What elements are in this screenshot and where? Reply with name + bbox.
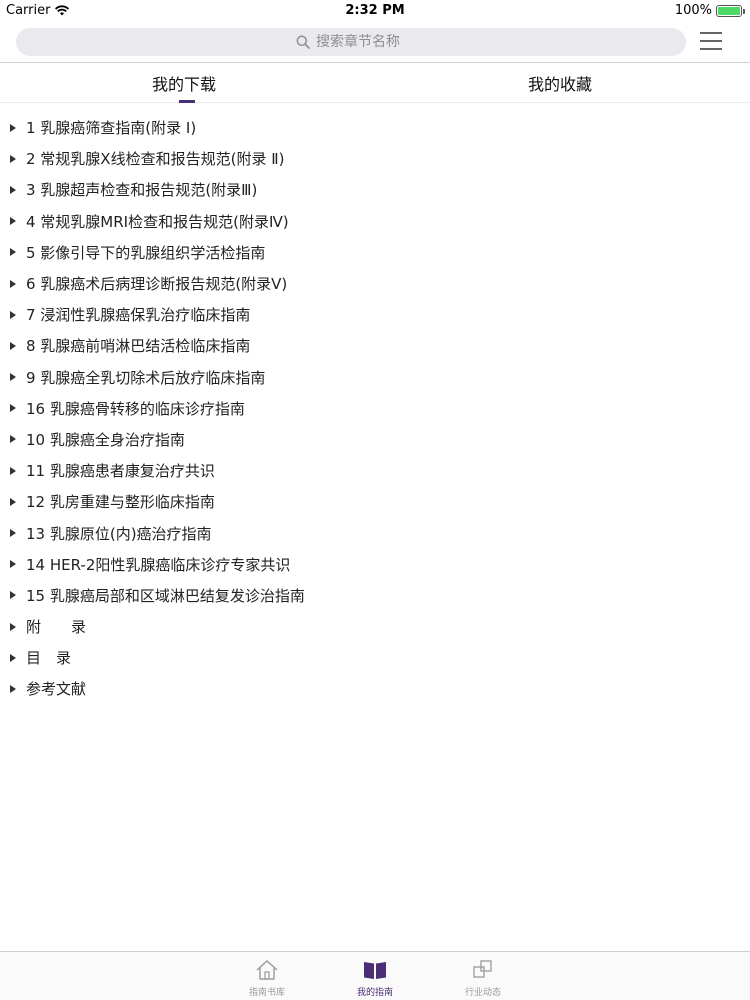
list-item-label: 13 乳腺原位(内)癌治疗指南 — [26, 524, 212, 543]
list-item-label: 目 录 — [26, 649, 72, 668]
list-item[interactable]: 5 影像引导下的乳腺组织学活检指南 — [0, 237, 750, 268]
tabbar-label: 指南书库 — [248, 988, 285, 998]
disclosure-triangle-icon — [10, 591, 16, 600]
list-item[interactable]: 6 乳腺癌术后病理诊断报告规范(附录Ⅴ) — [0, 268, 750, 299]
disclosure-triangle-icon — [10, 466, 16, 475]
tab-my-favorites[interactable]: 我的收藏 — [374, 63, 750, 102]
list-item[interactable]: 7 浸润性乳腺癌保乳治疗临床指南 — [0, 299, 750, 330]
list-item[interactable]: 15 乳腺癌局部和区域淋巴结复发诊治指南 — [0, 580, 750, 611]
status-bar: Carrier 2:32 PM 100% — [0, 0, 750, 22]
disclosure-triangle-icon — [10, 529, 16, 538]
list-item-label: 8 乳腺癌前哨淋巴结活检临床指南 — [26, 337, 251, 356]
tabbar-item-industry-news[interactable]: 行业动态 — [429, 952, 537, 1000]
segment-tabs: 我的下载 我的收藏 — [0, 63, 750, 103]
list-item[interactable]: 参考文献 — [0, 673, 750, 704]
disclosure-triangle-icon — [10, 341, 16, 350]
list-item-label: 4 常规乳腺MRI检查和报告规范(附录Ⅳ) — [26, 212, 289, 231]
list-item[interactable]: 4 常规乳腺MRI检查和报告规范(附录Ⅳ) — [0, 206, 750, 237]
disclosure-triangle-icon — [10, 435, 16, 444]
menu-line — [700, 32, 722, 34]
list-item-label: 2 常规乳腺X线检查和报告规范(附录 Ⅱ) — [26, 150, 285, 169]
search-row — [0, 22, 750, 62]
list-item-label: 附 录 — [26, 618, 87, 637]
list-item[interactable]: 13 乳腺原位(内)癌治疗指南 — [0, 517, 750, 548]
disclosure-triangle-icon — [10, 154, 16, 163]
list-item-label: 11 乳腺癌患者康复治疗共识 — [26, 462, 215, 481]
disclosure-triangle-icon — [10, 310, 16, 319]
list-item-label: 7 浸润性乳腺癌保乳治疗临床指南 — [26, 306, 251, 325]
list-item[interactable]: 11 乳腺癌患者康复治疗共识 — [0, 455, 750, 486]
tabbar-item-guide-library[interactable]: 指南书库 — [213, 952, 321, 1000]
disclosure-triangle-icon — [10, 560, 16, 569]
disclosure-triangle-icon — [10, 279, 16, 288]
tabbar-label: 我的指南 — [356, 988, 393, 998]
search-icon — [296, 35, 310, 49]
list-item[interactable]: 1 乳腺癌筛查指南(附录 Ⅰ) — [0, 112, 750, 143]
list-item-label: 15 乳腺癌局部和区域淋巴结复发诊治指南 — [26, 586, 305, 605]
disclosure-triangle-icon — [10, 404, 16, 413]
disclosure-triangle-icon — [10, 185, 16, 194]
tab-my-downloads[interactable]: 我的下载 — [0, 63, 374, 103]
list-item-label: 5 影像引导下的乳腺组织学活检指南 — [26, 243, 266, 262]
disclosure-triangle-icon — [10, 373, 16, 382]
squares-icon — [473, 960, 492, 978]
list-item[interactable]: 12 乳房重建与整形临床指南 — [0, 486, 750, 517]
tabbar-item-my-guides[interactable]: 我的指南 — [321, 952, 429, 1000]
list-item[interactable]: 目 录 — [0, 642, 750, 673]
list-item-label: 6 乳腺癌术后病理诊断报告规范(附录Ⅴ) — [26, 275, 288, 294]
hamburger-menu-icon[interactable] — [700, 32, 722, 50]
disclosure-triangle-icon — [10, 217, 16, 226]
list-item-label: 9 乳腺癌全乳切除术后放疗临床指南 — [26, 368, 266, 387]
tab-label: 我的下载 — [152, 74, 217, 94]
disclosure-triangle-icon — [10, 497, 16, 506]
disclosure-triangle-icon — [10, 653, 16, 662]
battery-fill — [718, 6, 740, 15]
battery-percent: 100% — [674, 3, 712, 18]
battery-icon — [716, 4, 745, 17]
clock: 2:32 PM — [345, 3, 405, 18]
list-item-label: 16 乳腺癌骨转移的临床诊疗指南 — [26, 399, 245, 418]
list-item-label: 1 乳腺癌筛查指南(附录 Ⅰ) — [26, 119, 197, 138]
list-item[interactable]: 16 乳腺癌骨转移的临床诊疗指南 — [0, 393, 750, 424]
search-box[interactable] — [16, 28, 686, 56]
list-item[interactable]: 8 乳腺癌前哨淋巴结活检临床指南 — [0, 330, 750, 361]
list-item[interactable]: 9 乳腺癌全乳切除术后放疗临床指南 — [0, 362, 750, 393]
search-input[interactable] — [316, 34, 406, 50]
disclosure-triangle-icon — [10, 123, 16, 132]
tab-label: 我的收藏 — [528, 74, 593, 94]
list-item-label: 10 乳腺癌全身治疗指南 — [26, 430, 185, 449]
list-item[interactable]: 14 HER-2阳性乳腺癌临床诊疗专家共识 — [0, 549, 750, 580]
list-item[interactable]: 3 乳腺超声检查和报告规范(附录Ⅲ) — [0, 174, 750, 205]
house-icon — [256, 960, 278, 980]
list-item-label: 12 乳房重建与整形临床指南 — [26, 493, 215, 512]
disclosure-triangle-icon — [10, 684, 16, 693]
menu-line — [700, 40, 722, 42]
bottom-tab-bar: 指南书库 我的指南 行业动态 — [0, 951, 750, 1000]
battery-group: 100% — [674, 3, 745, 18]
list-item[interactable]: 10 乳腺癌全身治疗指南 — [0, 424, 750, 455]
chapter-list: 1 乳腺癌筛查指南(附录 Ⅰ) 2 常规乳腺X线检查和报告规范(附录 Ⅱ) 3 乳腺… — [0, 112, 750, 705]
list-item-label: 14 HER-2阳性乳腺癌临床诊疗专家共识 — [26, 555, 291, 574]
list-item[interactable]: 2 常规乳腺X线检查和报告规范(附录 Ⅱ) — [0, 143, 750, 174]
list-item[interactable]: 附 录 — [0, 611, 750, 642]
tabbar-label: 行业动态 — [464, 988, 501, 998]
list-item-label: 参考文献 — [26, 680, 87, 699]
disclosure-triangle-icon — [10, 622, 16, 631]
list-item-label: 3 乳腺超声检查和报告规范(附录Ⅲ) — [26, 181, 258, 200]
book-icon — [364, 962, 386, 979]
menu-line — [700, 48, 722, 50]
disclosure-triangle-icon — [10, 248, 16, 257]
